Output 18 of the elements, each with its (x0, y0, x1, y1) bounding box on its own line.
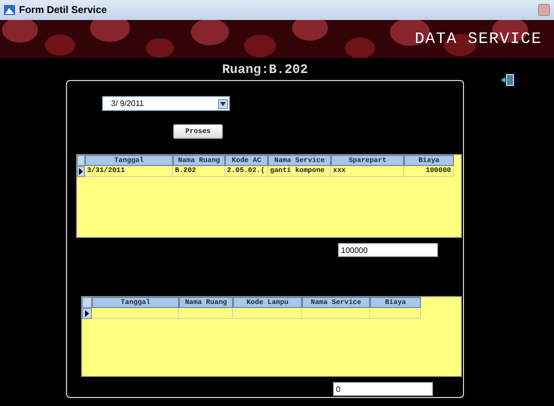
table-cell (370, 308, 421, 319)
table-cell (179, 308, 233, 319)
corner-header (77, 155, 85, 166)
window-title: Form Detil Service (19, 4, 108, 16)
exit-door-icon[interactable] (501, 74, 514, 86)
row-header[interactable] (82, 308, 92, 319)
row-header[interactable] (77, 166, 85, 177)
banner-title: DATA SERVICE (414, 30, 543, 48)
room-label: Ruang:B.202 (222, 62, 308, 77)
total-field[interactable]: 100000 (338, 243, 438, 257)
table-cell (302, 308, 370, 319)
table-cell (233, 308, 302, 319)
dropdown-button[interactable] (218, 98, 228, 108)
caret-icon (220, 102, 226, 106)
date-picker[interactable]: 3/ 9/2011 (102, 96, 230, 111)
window-icon (4, 5, 15, 15)
total-field[interactable]: 0 (333, 382, 433, 396)
corner-header (82, 297, 92, 308)
